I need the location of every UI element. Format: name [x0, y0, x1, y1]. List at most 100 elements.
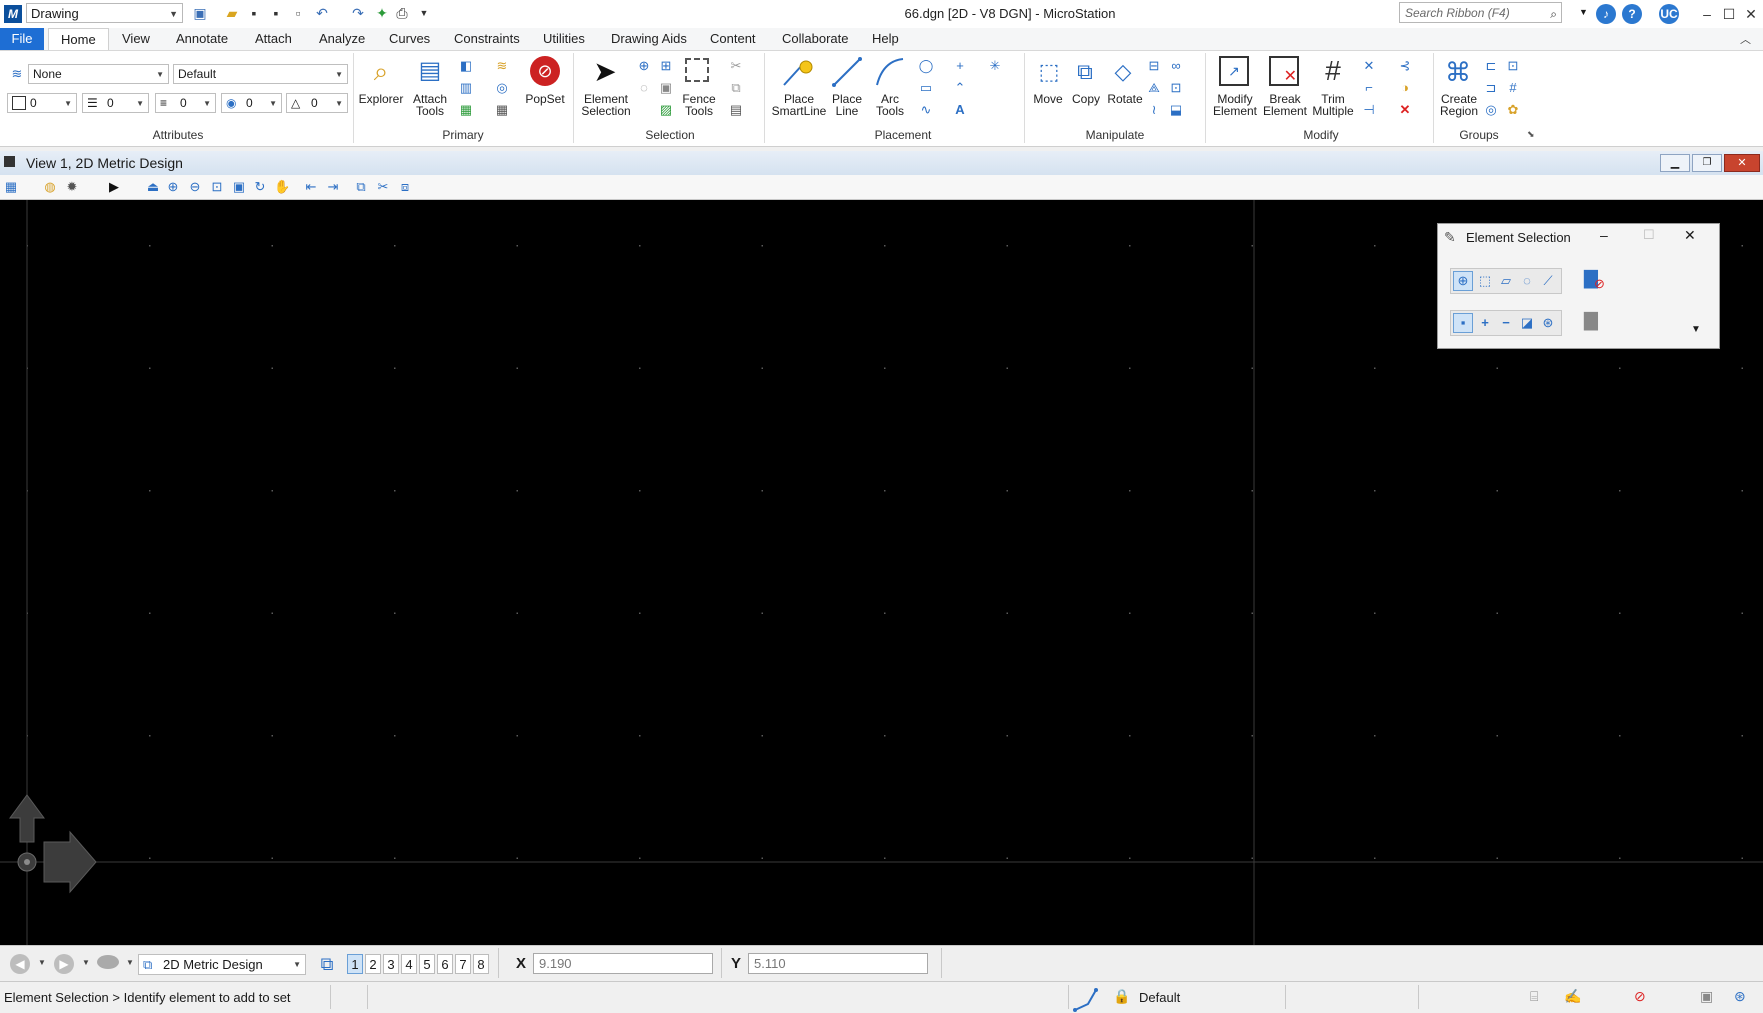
back-icon[interactable]: ◀	[10, 954, 30, 974]
group-icon[interactable]: ⊏	[1483, 58, 1499, 74]
attach-tools-button[interactable]: Attach Tools	[406, 93, 454, 117]
view-minimize-icon[interactable]: ▁	[1660, 154, 1690, 172]
add-mode-icon[interactable]: +	[1475, 313, 1495, 333]
explorer-button[interactable]: Explorer	[356, 93, 406, 105]
break-element-icon[interactable]: ✕	[1269, 56, 1299, 86]
change-color-icon[interactable]: ◑	[1397, 80, 1413, 96]
extend-icon[interactable]: ⊣	[1361, 102, 1377, 118]
place-smartline-button[interactable]: Place SmartLine	[768, 93, 830, 117]
place-line-button[interactable]: Place Line	[826, 93, 868, 117]
clip-volume-icon[interactable]: ✂	[375, 179, 391, 195]
copy-element-icon[interactable]: ⧉	[1070, 58, 1100, 86]
file-status-icon[interactable]: ▣	[1700, 988, 1713, 1005]
microstation-logo-icon[interactable]: M	[4, 5, 22, 23]
cells-icon[interactable]: ◎	[494, 80, 510, 96]
redo-icon[interactable]: ↷	[350, 5, 366, 21]
search-options-chevron-icon[interactable]: ▼	[1579, 7, 1588, 17]
new-file-icon[interactable]: ▣	[192, 5, 208, 21]
minimize-icon[interactable]: –	[1696, 3, 1718, 25]
workflow-dropdown[interactable]: Drawing ▼	[26, 3, 183, 23]
model-dropdown[interactable]: ⧉ 2D Metric Design ▼	[138, 954, 306, 975]
x-coordinate-input[interactable]: 9.190	[533, 953, 713, 974]
model-history-icon[interactable]	[97, 955, 119, 969]
help-icon[interactable]: ?	[1622, 4, 1642, 24]
fit-view-icon[interactable]: ▣	[231, 179, 247, 195]
new-mode-icon[interactable]: ▪	[1453, 313, 1473, 333]
model-history-dropdown-icon[interactable]: ▼	[126, 958, 134, 967]
user-avatar[interactable]: UC	[1659, 4, 1679, 24]
print-icon[interactable]: ⎙	[394, 5, 410, 21]
view-button-4[interactable]: 4	[401, 954, 417, 974]
popset-icon[interactable]: ⊘	[530, 56, 560, 86]
popset-button[interactable]: PopSet	[522, 93, 568, 105]
trim-multiple-icon[interactable]: #	[1317, 56, 1349, 86]
style-dropdown[interactable]: Default ▼	[173, 64, 348, 84]
place-cell-icon[interactable]: ✳	[987, 58, 1003, 74]
modify-element-icon[interactable]: ↗	[1219, 56, 1249, 86]
view-next-icon[interactable]: ⇥	[325, 179, 341, 195]
design-history-icon[interactable]: ⌸	[1530, 988, 1538, 1005]
save-all-icon[interactable]: ▪	[268, 5, 284, 21]
search-ribbon-input[interactable]: Search Ribbon (F4) ⌕	[1399, 2, 1562, 23]
copy-clipboard-icon[interactable]: ⧉	[728, 80, 744, 96]
raster-manager-icon[interactable]: ▦	[458, 102, 474, 118]
customize-qat-icon[interactable]: ▼	[416, 5, 432, 21]
clear-mode-icon[interactable]: ⊛	[1538, 313, 1558, 333]
tab-collaborate[interactable]: Collaborate	[771, 28, 860, 50]
view-button-1[interactable]: 1	[347, 954, 363, 974]
dialog-close-icon[interactable]: ✕	[1684, 227, 1696, 244]
tab-help[interactable]: Help	[861, 28, 910, 50]
tab-home[interactable]: Home	[48, 28, 109, 51]
dialog-minimize-icon[interactable]: –	[1600, 227, 1608, 243]
move-icon[interactable]: ⬚	[1034, 58, 1064, 86]
update-view-icon[interactable]: ⏏	[145, 179, 161, 195]
models-icon[interactable]: ◧	[458, 58, 474, 74]
place-text-icon[interactable]: A	[952, 102, 968, 118]
view-playback-icon[interactable]: ▶	[106, 179, 122, 195]
line-weight-dropdown[interactable]: ≡ 0 ▼	[155, 93, 216, 113]
transparency-dropdown[interactable]: ◉ 0 ▼	[221, 93, 282, 113]
fence-tools-button[interactable]: Fence Tools	[676, 93, 722, 117]
line-style-dropdown[interactable]: ☰ 0 ▼	[82, 93, 149, 113]
scale-icon[interactable]: ⊟	[1146, 58, 1162, 74]
tab-file[interactable]: File	[0, 28, 44, 50]
change-attributes-icon[interactable]: ⬓	[1168, 102, 1184, 118]
accudraw-icon[interactable]	[1072, 984, 1106, 1012]
align-icon[interactable]: ⊡	[1168, 80, 1184, 96]
fence-tools-icon[interactable]	[685, 58, 709, 82]
create-region-button[interactable]: Create Region	[1434, 93, 1484, 117]
mirror-icon[interactable]: ⟁	[1146, 80, 1162, 96]
view-attributes-icon[interactable]: ▦	[3, 179, 19, 195]
tab-constraints[interactable]: Constraints	[443, 28, 531, 50]
place-line-icon[interactable]	[830, 55, 864, 89]
break-element-button[interactable]: Break Element	[1260, 93, 1310, 117]
view-menu-icon[interactable]	[4, 156, 15, 167]
modify-element-button[interactable]: Modify Element	[1210, 93, 1260, 117]
signature-icon[interactable]: ✍	[1564, 988, 1581, 1005]
move-button[interactable]: Move	[1030, 93, 1066, 105]
element-selection-dialog[interactable]: ✎ Element Selection – ☐ ✕ ⊕ ⬚ ▱ ◌ ⟋ ▇ ⊘ ▪…	[1437, 223, 1720, 349]
paste-icon[interactable]: ▤	[728, 102, 744, 118]
display-styles-icon[interactable]: ▦	[494, 102, 510, 118]
clear-selection-icon[interactable]: ▇ ⊘	[1584, 268, 1606, 291]
notifications-icon[interactable]: ♪	[1596, 4, 1616, 24]
view-button-6[interactable]: 6	[437, 954, 453, 974]
collapse-ribbon-icon[interactable]: ︿	[1740, 31, 1751, 47]
view-button-3[interactable]: 3	[383, 954, 399, 974]
undo-icon[interactable]: ↶	[314, 5, 330, 21]
zoom-in-icon[interactable]: ⊕	[165, 179, 181, 195]
cut-icon[interactable]: ✂	[728, 58, 744, 74]
expand-dialog-chevron-icon[interactable]: ▼	[1691, 324, 1701, 335]
back-dropdown-icon[interactable]: ▼	[38, 958, 46, 967]
save-icon[interactable]: ▪	[246, 5, 262, 21]
subtract-mode-icon[interactable]: −	[1496, 313, 1516, 333]
display-style-icon[interactable]: ◍	[42, 179, 58, 195]
zoom-out-icon[interactable]: ⊖	[187, 179, 203, 195]
fillet-icon[interactable]: ⌐	[1361, 80, 1377, 96]
view-button-8[interactable]: 8	[473, 954, 489, 974]
view-button-7[interactable]: 7	[455, 954, 471, 974]
arc-tools-button[interactable]: Arc Tools	[868, 93, 912, 117]
tab-utilities[interactable]: Utilities	[532, 28, 596, 50]
tab-attach[interactable]: Attach	[244, 28, 303, 50]
pin-icon[interactable]: ✦	[374, 5, 390, 21]
